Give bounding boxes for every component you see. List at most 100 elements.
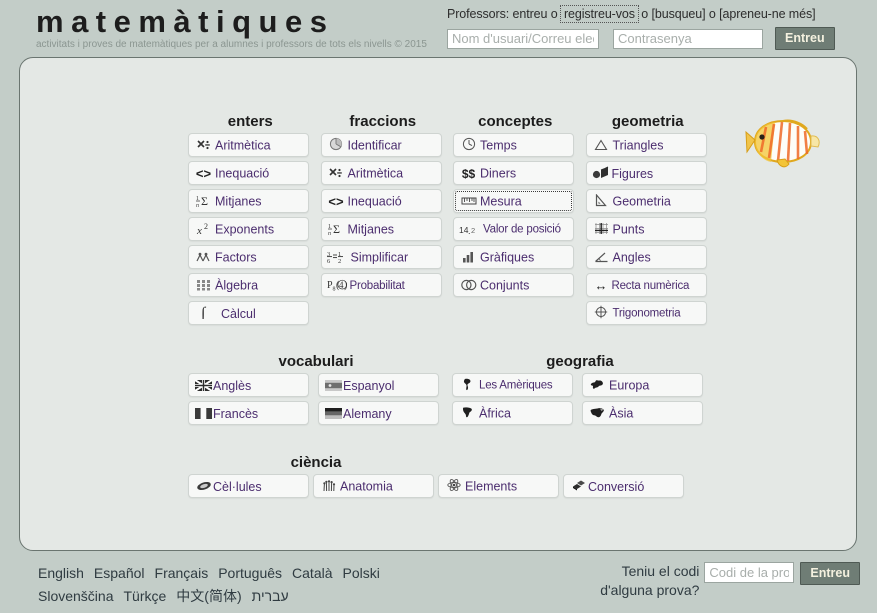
lang-chinese[interactable]: 中文(简体) (176, 588, 241, 604)
tile-conversio-ciencia[interactable]: Conversió (563, 474, 684, 498)
lang-francais[interactable]: Français (155, 565, 209, 581)
tile-label: Càlcul (221, 306, 256, 321)
bar-chart-icon (459, 247, 478, 268)
tile-label: Aritmètica (347, 166, 404, 181)
tile-alemany-vocabulari[interactable]: Alemany (318, 401, 439, 425)
tile-mitjanes-enters[interactable]: 1nΣ Mitjanes (188, 189, 309, 213)
tile-aritmetica-enters[interactable]: Aritmètica (188, 133, 309, 157)
tile-angles-geometria[interactable]: Angles (585, 245, 707, 269)
lang-polski[interactable]: Polski (343, 565, 380, 581)
tile-aritmetica-fraccions[interactable]: Aritmètica (320, 161, 442, 185)
ruler-icon (459, 191, 478, 212)
tile-diners-conceptes[interactable]: $$ Diners (453, 161, 574, 185)
cubes-icon (569, 476, 588, 497)
tile-calcul-enters[interactable]: ∫ Càlcul (188, 301, 309, 325)
tile-triangles-geometria[interactable]: Triangles (585, 133, 707, 157)
brand-block: matemàtiques activitats i proves de mate… (36, 2, 446, 51)
less-greater-icon: <> (328, 193, 344, 209)
tile-label: Europa (609, 378, 650, 393)
tile-exponents-enters[interactable]: x2 Exponents (188, 217, 309, 241)
tile-inequacio-enters[interactable]: <> Inequació (188, 161, 309, 185)
site-title: matemàtiques (36, 4, 335, 39)
lang-catala[interactable]: Català (292, 565, 332, 581)
test-code-question: Teniu el codi d'alguna prova? (571, 562, 699, 600)
separator-2: o (708, 7, 716, 21)
tile-label: Cèl·lules (213, 479, 262, 494)
grid-blocks-icon (194, 275, 213, 296)
tile-africa-geografia[interactable]: Àfrica (452, 401, 573, 425)
tile-elements-ciencia[interactable]: Elements (438, 474, 559, 498)
tile-label: Àfrica (479, 406, 511, 421)
tile-simplificar-fraccions[interactable]: 3612 Simplificar (320, 245, 442, 269)
search-link[interactable]: [busqueu] (652, 7, 706, 21)
lang-espanol[interactable]: Español (94, 565, 145, 581)
tile-label: Temps (480, 138, 517, 153)
venn-diagram-icon (459, 275, 478, 296)
tile-label: Identificar (347, 138, 402, 153)
tile-geometria-geometria[interactable]: Geometria (585, 189, 707, 213)
group-heading-fraccions: fraccions (349, 113, 417, 130)
solids-icon (592, 163, 611, 184)
map-americas-icon (458, 375, 477, 396)
tile-label: Alemany (343, 406, 392, 421)
flag-germany-icon (324, 403, 343, 424)
tile-europa-geografia[interactable]: Europa (582, 373, 703, 397)
learn-more-link[interactable]: [apreneu-ne més] (719, 7, 815, 21)
tile-label: Conversió (588, 479, 645, 494)
language-links: English Español Français Português Català Pol… (38, 562, 558, 608)
atom-icon (444, 476, 463, 497)
group-enters: enters Aritmètica <> Inequació 1nΣ Mitjan… (188, 111, 313, 325)
group-geometria: geometria Triangles Figures Geometria Pu… (585, 111, 711, 325)
svg-text:∫: ∫ (200, 305, 207, 319)
fraction-equal-icon: 3612 (326, 247, 349, 268)
group-conceptes: conceptes Temps $$ Diners Mesura 14 . 2 … (453, 111, 578, 325)
factor-tree-icon (194, 247, 213, 268)
tile-valor-de-posicio-conceptes[interactable]: 14. 2 Valor de posició (453, 217, 574, 241)
x-squared-icon: x2 (194, 219, 213, 240)
login-button[interactable]: Entreu (775, 27, 835, 50)
password-input[interactable] (613, 28, 763, 49)
tile-figures-geometria[interactable]: Figures (585, 161, 707, 185)
tile-inequacio-fraccions[interactable]: <> Inequació (320, 189, 442, 213)
tile-angles-vocabulari[interactable]: Anglès (188, 373, 309, 397)
username-input[interactable] (447, 28, 599, 49)
lang-english[interactable]: English (38, 565, 84, 581)
clock-icon (459, 135, 478, 156)
tile-les-ameriques-geografia[interactable]: Les Amèriques (452, 373, 573, 397)
tile-factors-enters[interactable]: Factors (188, 245, 309, 269)
tile-label: Factors (215, 250, 257, 265)
lang-turkce[interactable]: Türkçe (124, 588, 167, 604)
tile-label: Valor de posició (483, 223, 561, 236)
lang-hebrew[interactable]: עברית (252, 588, 289, 604)
register-link[interactable]: registreu-vos (559, 5, 639, 23)
tile-label: Trigonometria (612, 307, 681, 320)
test-code-submit-button[interactable]: Entreu (800, 562, 860, 585)
main-panel: enters Aritmètica <> Inequació 1nΣ Mitjan… (19, 57, 857, 551)
tile-label: Àsia (609, 406, 634, 421)
tile-algebra-enters[interactable]: Àlgebra (188, 273, 309, 297)
login-row: Entreu (447, 27, 871, 50)
tile-label: Simplificar (350, 250, 409, 265)
tile-identificar-fraccions[interactable]: Identificar (320, 133, 442, 157)
angle-icon (592, 247, 611, 268)
tile-frances-vocabulari[interactable]: Francès (188, 401, 309, 425)
tile-probabilitat-fraccions[interactable]: P 8(4) Probabilitat (320, 273, 442, 297)
lang-portugues[interactable]: Português (218, 565, 282, 581)
tile-temps-conceptes[interactable]: Temps (453, 133, 574, 157)
tile-grafiques-conceptes[interactable]: Gràfiques (453, 245, 574, 269)
tile-label: Mesura (480, 194, 522, 209)
lang-slovenscina[interactable]: Slovenščina (38, 588, 114, 604)
tile-mitjanes-fraccions[interactable]: 1nΣ Mitjanes (320, 217, 442, 241)
tile-conjunts-conceptes[interactable]: Conjunts (453, 273, 574, 297)
tile-recta-numerica-geometria[interactable]: ↔ Recta numèrica (585, 273, 707, 297)
tile-mesura-conceptes[interactable]: Mesura (453, 189, 574, 213)
tile-asia-geografia[interactable]: Àsia (582, 401, 703, 425)
tile-espanyol-vocabulari[interactable]: Espanyol (318, 373, 439, 397)
tile-anatomia-ciencia[interactable]: Anatomia (313, 474, 434, 498)
test-code-input[interactable] (704, 562, 795, 583)
tile-cel-lules-ciencia[interactable]: Cèl·lules (188, 474, 309, 498)
tile-label: Triangles (612, 138, 664, 153)
tile-punts-geometria[interactable]: Punts (585, 217, 707, 241)
tile-label: Espanyol (343, 378, 395, 393)
tile-trigonometria-geometria[interactable]: Trigonometria (585, 301, 707, 325)
